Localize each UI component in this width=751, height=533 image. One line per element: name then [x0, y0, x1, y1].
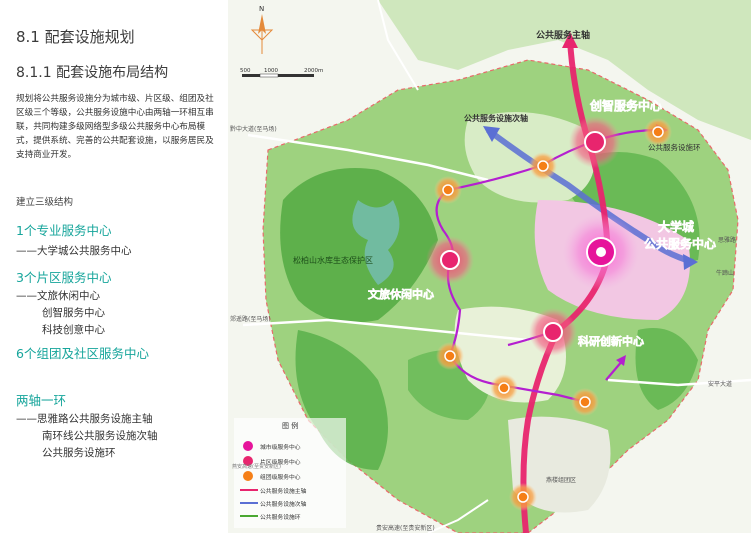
- level2-title: 3个片区服务中心: [16, 270, 112, 285]
- group-center: [517, 491, 529, 503]
- section-title: 8.1 配套设施规划: [16, 28, 135, 46]
- legend-item: 公共服务设施主轴: [260, 487, 307, 495]
- university-center-dot: [596, 247, 606, 257]
- road-label: 燕楼组团区: [546, 476, 576, 484]
- scale-segment: [278, 74, 314, 77]
- axes-item: ——思雅路公共服务设施主轴: [16, 413, 153, 425]
- road-label: 黔中大道(至马场): [230, 125, 277, 133]
- group-center: [579, 396, 591, 408]
- scale-tick: 1000: [264, 68, 278, 74]
- level1-block: 1个专业服务中心 ——大学城公共服务中心: [16, 220, 132, 258]
- structure-intro: 建立三级结构: [16, 197, 74, 208]
- legend-item: 城市级服务中心: [260, 443, 301, 451]
- wenlv-label: 文旅休闲中心: [368, 287, 434, 301]
- group-center: [442, 184, 454, 196]
- group-center: [444, 350, 456, 362]
- level2-item: ——文旅休闲中心: [16, 290, 100, 302]
- level3-title: 6个组团及社区服务中心: [16, 346, 149, 361]
- main-axis-label: 公共服务主轴: [536, 29, 590, 41]
- university-label-line2: 公共服务中心: [644, 236, 716, 251]
- level2-item: 创智服务中心: [42, 307, 105, 319]
- keyan-center-marker: [543, 322, 563, 342]
- secondary-axis-label: 公共服务设施次轴: [464, 113, 528, 123]
- legend-sublabel: 燕安高速(至贵安新区): [232, 463, 281, 470]
- level2-block: 3个片区服务中心 ——文旅休闲中心 创智服务中心 科技创意中心: [16, 267, 111, 337]
- level1-item: ——大学城公共服务中心: [16, 245, 132, 257]
- description: 规划将公共服务设施分为城市级、片区级、组团及社区级三个等级，公共服务设施中心由两…: [16, 94, 214, 160]
- planning-map: 公共服务主轴 公共服务设施次轴 公共服务设施环 创智服务中心 大学城 公共服务中…: [228, 0, 751, 533]
- university-label-line1: 大学城: [658, 219, 694, 234]
- text-panel: 8.1 配套设施规划 8.1.1 配套设施布局结构 规划将公共服务设施分为城市级…: [0, 0, 222, 533]
- road-label: 郊遥路(至马场): [230, 315, 271, 323]
- level2-item: 科技创意中心: [42, 324, 105, 336]
- legend-title: 图 例: [282, 421, 298, 430]
- group-center: [537, 160, 549, 172]
- axes-item: 公共服务设施环: [42, 447, 116, 459]
- road-label: 贵安高速(至贵安新区): [376, 524, 435, 532]
- reservoir-label: 松柏山水库生态保护区: [293, 255, 373, 265]
- scale-tick: 500: [240, 68, 251, 74]
- level3-block: 6个组团及社区服务中心: [16, 343, 149, 362]
- chuangzhi-center-marker: [584, 131, 606, 153]
- scale-segment: [259, 73, 279, 78]
- group-center: [498, 382, 510, 394]
- group-center: [652, 126, 664, 138]
- legend-swatch-group: [243, 471, 253, 481]
- legend: 图 例 城市级服务中心 片区级服务中心 燕安高速(至贵安新区) 组团级服务中心 …: [232, 418, 346, 528]
- legend-item: 公共服务设施环: [260, 513, 301, 521]
- chuangzhi-label: 创智服务中心: [589, 98, 662, 113]
- legend-item: 公共服务设施次轴: [260, 500, 307, 508]
- ring-label: 公共服务设施环: [648, 142, 701, 152]
- north-label: N: [259, 5, 264, 13]
- wenlv-center-marker: [440, 250, 460, 270]
- scale-tick: 2000m: [304, 68, 323, 74]
- axes-item: 南环线公共服务设施次轴: [42, 430, 158, 442]
- road-label: 思雅路: [718, 236, 736, 244]
- axes-block: 两轴一环 ——思雅路公共服务设施主轴 南环线公共服务设施次轴 公共服务设施环: [16, 390, 158, 460]
- road-label: 牛蹄山: [716, 269, 734, 277]
- legend-item: 组团级服务中心: [260, 473, 301, 481]
- scale-segment: [242, 74, 260, 77]
- legend-swatch-city: [243, 441, 253, 451]
- subsection-title: 8.1.1 配套设施布局结构: [16, 65, 169, 81]
- road-label: 安平大道: [708, 380, 732, 388]
- keyan-label: 科研创新中心: [578, 334, 644, 348]
- level1-title: 1个专业服务中心: [16, 223, 112, 238]
- axes-title: 两轴一环: [16, 393, 67, 408]
